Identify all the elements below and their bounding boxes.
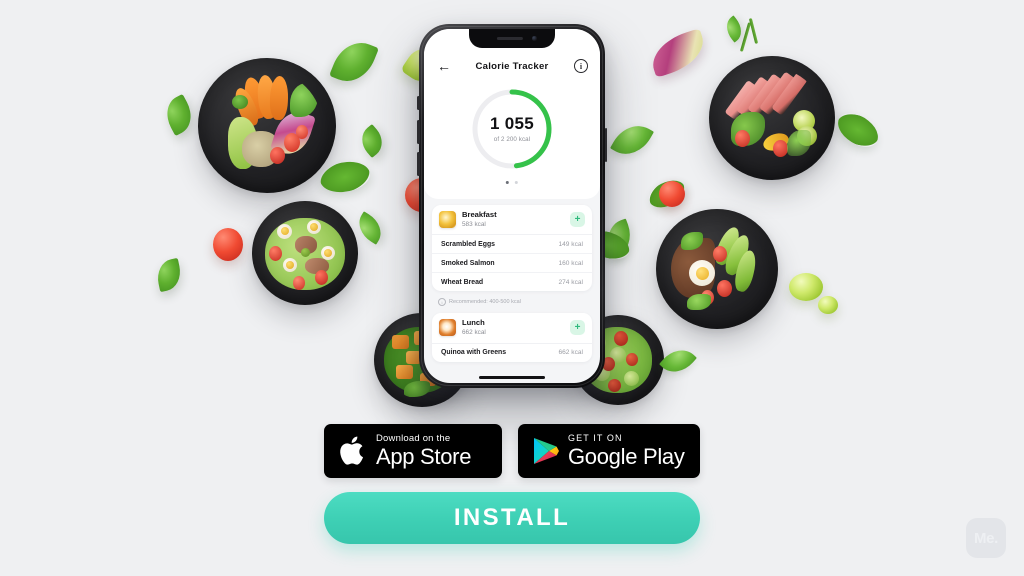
- food-item-row[interactable]: Quinoa with Greens 662 kcal: [432, 344, 592, 362]
- garnish-radicchio-leaf: [646, 28, 710, 78]
- meal-header[interactable]: Lunch 662 kcal +: [432, 313, 592, 344]
- garnish-arugula-leaf: [832, 108, 884, 152]
- google-play-line-2: Google Play: [568, 443, 685, 469]
- app-store-line-2: App Store: [376, 444, 472, 470]
- google-play-badge[interactable]: GET IT ON Google Play: [518, 424, 700, 478]
- calorie-summary-card: ← Calorie Tracker i 1 055 of 2 200 kcal: [424, 29, 600, 199]
- google-play-line-1: GET IT ON: [568, 432, 623, 443]
- garnish-tomato: [213, 228, 243, 261]
- food-photo-avocado-egg-quinoa-bowl: [656, 209, 778, 329]
- food-item-name: Scrambled Eggs: [441, 240, 495, 248]
- meal-card-lunch[interactable]: Lunch 662 kcal + Quinoa with Greens 662 …: [432, 313, 592, 362]
- add-food-button[interactable]: +: [570, 212, 585, 228]
- calories-consumed-value: 1 055: [489, 114, 535, 134]
- app-store-line-1: Download on the: [376, 432, 451, 444]
- meal-header[interactable]: Breakfast 583 kcal +: [432, 205, 592, 236]
- google-play-text: GET IT ON Google Play: [568, 432, 685, 469]
- add-food-button[interactable]: +: [570, 320, 585, 336]
- app-bar: ← Calorie Tracker i: [424, 55, 600, 77]
- info-circle-icon[interactable]: i: [574, 59, 588, 73]
- garnish-basil-leaf: [610, 116, 654, 164]
- calorie-progress-ring: 1 055 of 2 200 kcal: [469, 86, 555, 172]
- garnish-tomato: [659, 181, 685, 207]
- meal-list: Breakfast 583 kcal + Scrambled Eggs 149 …: [432, 205, 592, 362]
- food-item-kcal: 160 kcal: [558, 259, 583, 267]
- garnish-spinach-leaf: [154, 257, 184, 293]
- food-item-row[interactable]: Scrambled Eggs 149 kcal: [432, 235, 592, 255]
- garnish-spinach-leaf: [159, 93, 199, 137]
- meal-title-block: Breakfast 583 kcal: [462, 210, 564, 229]
- food-item-row[interactable]: Wheat Bread 274 kcal: [432, 273, 592, 291]
- phone-mute-switch: [417, 96, 420, 110]
- food-item-name: Wheat Bread: [441, 278, 484, 286]
- garnish-rosemary-sprig: [739, 22, 752, 52]
- garnish-spinach-leaf: [355, 123, 389, 159]
- back-arrow-icon[interactable]: ←: [436, 58, 452, 74]
- quinoa-bowl-thumb-icon: [439, 319, 456, 337]
- poster-canvas: ← Calorie Tracker i 1 055 of 2 200 kcal: [0, 0, 1024, 576]
- app-store-text: Download on the App Store: [376, 434, 471, 469]
- calorie-ring-labels: 1 055 of 2 200 kcal: [469, 86, 555, 172]
- food-item-kcal: 274 kcal: [558, 278, 583, 286]
- phone-volume-up-button: [417, 120, 420, 144]
- garnish-lime-wedge: [789, 273, 823, 301]
- food-item-name: Smoked Salmon: [441, 259, 495, 267]
- garnish-lime-wedge: [818, 296, 838, 314]
- garnish-basil-leaf: [352, 211, 388, 245]
- phone-volume-down-button: [417, 152, 420, 176]
- phone-power-button: [604, 128, 607, 162]
- food-item-row[interactable]: Smoked Salmon 160 kcal: [432, 254, 592, 274]
- food-photo-sweet-potato-quinoa-bowl: [198, 58, 336, 193]
- phone-screen: ← Calorie Tracker i 1 055 of 2 200 kcal: [424, 29, 600, 383]
- meal-name: Breakfast: [462, 210, 497, 219]
- food-photo-seared-tuna-salad-bowl: [709, 56, 835, 180]
- carousel-dot-2[interactable]: [515, 181, 519, 185]
- meal-title-block: Lunch 662 kcal: [462, 318, 564, 337]
- garnish-basil-leaf: [659, 341, 697, 381]
- meal-card-breakfast[interactable]: Breakfast 583 kcal + Scrambled Eggs 149 …: [432, 205, 592, 292]
- install-button[interactable]: INSTALL: [324, 492, 700, 544]
- carousel-pagination[interactable]: [505, 181, 519, 185]
- apple-logo-icon: [338, 434, 368, 468]
- scrambled-eggs-thumb-icon: [439, 211, 456, 229]
- food-item-kcal: 149 kcal: [558, 240, 583, 248]
- home-indicator: [479, 375, 545, 379]
- meal-name: Lunch: [462, 318, 485, 328]
- food-photo-tuna-egg-nicoise-salad-bowl: [252, 201, 358, 305]
- front-camera-icon: [532, 36, 537, 41]
- phone-notch: [469, 29, 555, 48]
- garnish-rosemary-sprig: [748, 18, 759, 44]
- meal-total-kcal: 662 kcal: [462, 329, 486, 337]
- meal-total-kcal: 583 kcal: [462, 221, 486, 229]
- google-play-icon: [532, 436, 560, 466]
- garnish-spinach-leaf: [329, 34, 379, 90]
- info-circle-icon: i: [438, 298, 446, 307]
- recommendation-text: Recommended: 400-500 kcal: [449, 299, 521, 306]
- earpiece-speaker-icon: [496, 36, 523, 40]
- store-badges: Download on the App Store GET IT ON Goog…: [324, 424, 700, 478]
- food-item-kcal: 662 kcal: [558, 349, 583, 357]
- watermark-logo: Me.: [966, 518, 1006, 558]
- phone-mockup: ← Calorie Tracker i 1 055 of 2 200 kcal: [417, 24, 607, 388]
- food-item-name: Quinoa with Greens: [441, 349, 507, 357]
- app-store-badge[interactable]: Download on the App Store: [324, 424, 502, 478]
- carousel-dot-1[interactable]: [505, 181, 509, 185]
- recommendation-note: i Recommended: 400-500 kcal: [432, 291, 592, 313]
- calorie-goal-label: of 2 200 kcal: [493, 135, 531, 143]
